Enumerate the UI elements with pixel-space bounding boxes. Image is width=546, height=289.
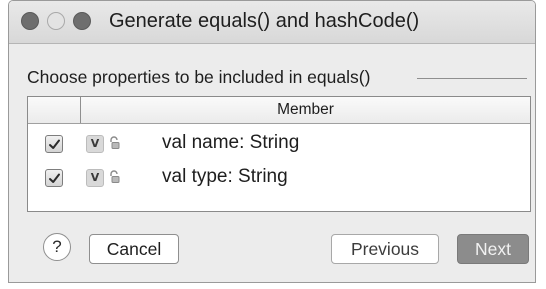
title-bar: Generate equals() and hashCode() [9,1,535,44]
cancel-button[interactable]: Cancel [89,234,179,264]
row-label: val name: String [162,132,300,153]
previous-button[interactable]: Previous [331,234,439,264]
row-checkbox[interactable] [45,135,63,153]
help-button[interactable]: ? [43,233,71,261]
table-row[interactable]: V val type: String [28,161,530,195]
table-row[interactable]: V val name: String [28,127,530,161]
section-label: Choose properties to be included in equa… [27,67,371,87]
members-table: Member V val name: String V val type: St… [27,96,531,212]
row-checkbox[interactable] [45,169,63,187]
val-badge-icon: V [86,169,104,187]
zoom-window-button[interactable] [73,12,91,30]
next-button[interactable]: Next [457,234,529,264]
table-header: Member [28,97,530,124]
window-title: Generate equals() and hashCode() [109,10,420,32]
dialog-window: Generate equals() and hashCode() Choose … [8,0,536,283]
minimize-window-button[interactable] [47,12,65,30]
section-divider [417,78,527,79]
lock-icon [110,170,120,183]
close-window-button[interactable] [21,12,39,30]
row-label: val type: String [162,166,288,187]
lock-icon [110,136,120,149]
val-badge-icon: V [86,135,104,153]
checkmark-icon [49,173,60,183]
checkmark-icon [49,139,60,149]
member-column-header[interactable]: Member [81,101,530,119]
